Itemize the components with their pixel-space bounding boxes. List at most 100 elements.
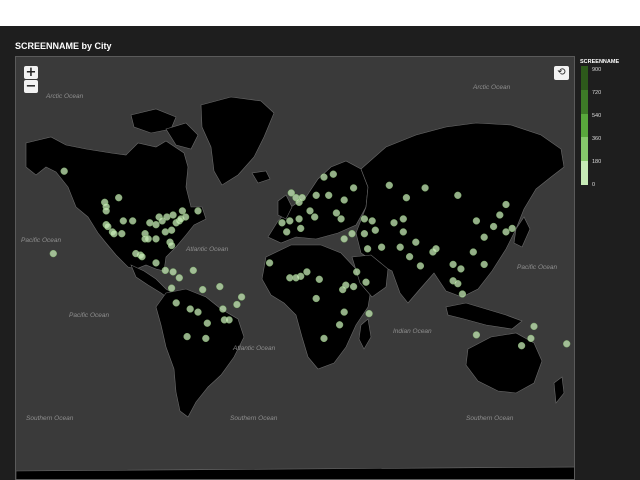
city-marker[interactable] [412, 238, 420, 246]
city-marker[interactable] [194, 308, 202, 316]
city-marker[interactable] [472, 217, 481, 225]
city-marker[interactable] [496, 211, 504, 219]
city-marker[interactable] [169, 211, 177, 219]
zoom-in-button[interactable]: + [24, 66, 38, 79]
city-marker[interactable] [325, 191, 333, 199]
city-marker[interactable] [502, 200, 510, 209]
city-marker[interactable] [110, 230, 118, 238]
city-marker[interactable] [199, 285, 207, 294]
city-marker[interactable] [278, 219, 286, 227]
city-marker[interactable] [349, 282, 358, 291]
city-marker[interactable] [385, 181, 393, 189]
city-marker[interactable] [298, 194, 306, 202]
city-marker[interactable] [563, 340, 571, 348]
city-marker[interactable] [225, 316, 233, 324]
city-marker[interactable] [371, 226, 379, 234]
city-marker[interactable] [320, 334, 328, 343]
city-marker[interactable] [502, 228, 510, 236]
city-marker[interactable] [377, 243, 386, 251]
city-marker[interactable] [332, 209, 341, 217]
city-marker[interactable] [167, 226, 176, 234]
city-marker[interactable] [348, 230, 356, 238]
city-marker[interactable] [286, 274, 294, 282]
city-marker[interactable] [295, 215, 303, 223]
city-marker[interactable] [118, 230, 126, 238]
city-marker[interactable] [432, 245, 440, 253]
city-marker[interactable] [303, 268, 311, 276]
city-marker[interactable] [119, 217, 127, 225]
city-marker[interactable] [353, 268, 361, 276]
city-marker[interactable] [402, 194, 411, 202]
city-marker[interactable] [360, 215, 369, 223]
city-marker[interactable] [189, 266, 197, 275]
city-marker[interactable] [312, 191, 320, 199]
city-marker[interactable] [480, 233, 488, 241]
city-marker[interactable] [167, 241, 176, 250]
city-marker[interactable] [115, 194, 123, 202]
city-marker[interactable] [146, 219, 154, 227]
city-marker[interactable] [163, 213, 171, 221]
city-marker[interactable] [405, 253, 414, 261]
city-marker[interactable] [312, 294, 320, 303]
city-marker[interactable] [203, 319, 211, 327]
city-marker[interactable] [172, 299, 180, 307]
city-marker[interactable] [311, 213, 319, 221]
city-marker[interactable] [458, 290, 467, 298]
city-marker[interactable] [349, 184, 358, 192]
city-marker[interactable] [362, 278, 370, 286]
city-marker[interactable] [152, 259, 160, 267]
city-marker[interactable] [167, 284, 176, 292]
city-marker[interactable] [237, 293, 246, 301]
city-marker[interactable] [454, 280, 462, 288]
city-marker[interactable] [181, 213, 190, 221]
city-marker[interactable] [472, 331, 481, 339]
city-marker[interactable] [175, 274, 183, 282]
city-marker[interactable] [360, 230, 369, 238]
city-marker[interactable] [320, 173, 328, 181]
city-marker[interactable] [340, 196, 348, 204]
map-frame[interactable]: + − ⟲ Arctic Ocean Arctic Ocean Pacific … [15, 56, 575, 480]
city-marker[interactable] [365, 309, 373, 318]
city-marker[interactable] [480, 260, 488, 269]
city-marker[interactable] [454, 191, 462, 199]
city-marker[interactable] [202, 334, 210, 343]
city-marker[interactable] [399, 215, 407, 223]
city-marker[interactable] [489, 222, 498, 231]
reset-view-button[interactable]: ⟲ [554, 66, 569, 80]
city-marker[interactable] [178, 207, 187, 215]
city-marker[interactable] [186, 305, 194, 313]
city-marker[interactable] [132, 249, 140, 258]
city-marker[interactable] [169, 268, 177, 276]
city-marker[interactable] [60, 167, 68, 175]
city-marker[interactable] [517, 342, 526, 350]
city-marker[interactable] [469, 248, 477, 256]
city-marker[interactable] [297, 224, 305, 233]
city-marker[interactable] [129, 217, 137, 225]
city-marker[interactable] [508, 224, 516, 233]
city-marker[interactable] [104, 222, 112, 231]
city-marker[interactable] [530, 322, 538, 331]
city-marker[interactable] [363, 245, 372, 253]
city-marker[interactable] [457, 265, 465, 273]
city-marker[interactable] [49, 249, 57, 258]
city-marker[interactable] [527, 334, 535, 343]
city-marker[interactable] [265, 259, 274, 267]
zoom-out-button[interactable]: − [24, 80, 38, 93]
city-marker[interactable] [152, 221, 160, 229]
city-marker[interactable] [339, 285, 347, 294]
city-marker[interactable] [292, 274, 300, 282]
city-marker[interactable] [337, 215, 345, 223]
city-marker[interactable] [396, 243, 404, 251]
city-marker[interactable] [233, 300, 241, 309]
city-marker[interactable] [102, 207, 110, 215]
city-marker[interactable] [340, 235, 348, 243]
city-marker[interactable] [368, 217, 376, 225]
city-marker[interactable] [183, 332, 191, 341]
city-marker[interactable] [421, 184, 429, 192]
city-marker[interactable] [152, 235, 160, 243]
city-marker[interactable] [306, 207, 314, 215]
city-marker[interactable] [216, 282, 224, 291]
city-marker[interactable] [449, 260, 457, 269]
city-marker[interactable] [335, 321, 344, 329]
city-marker[interactable] [144, 235, 152, 243]
